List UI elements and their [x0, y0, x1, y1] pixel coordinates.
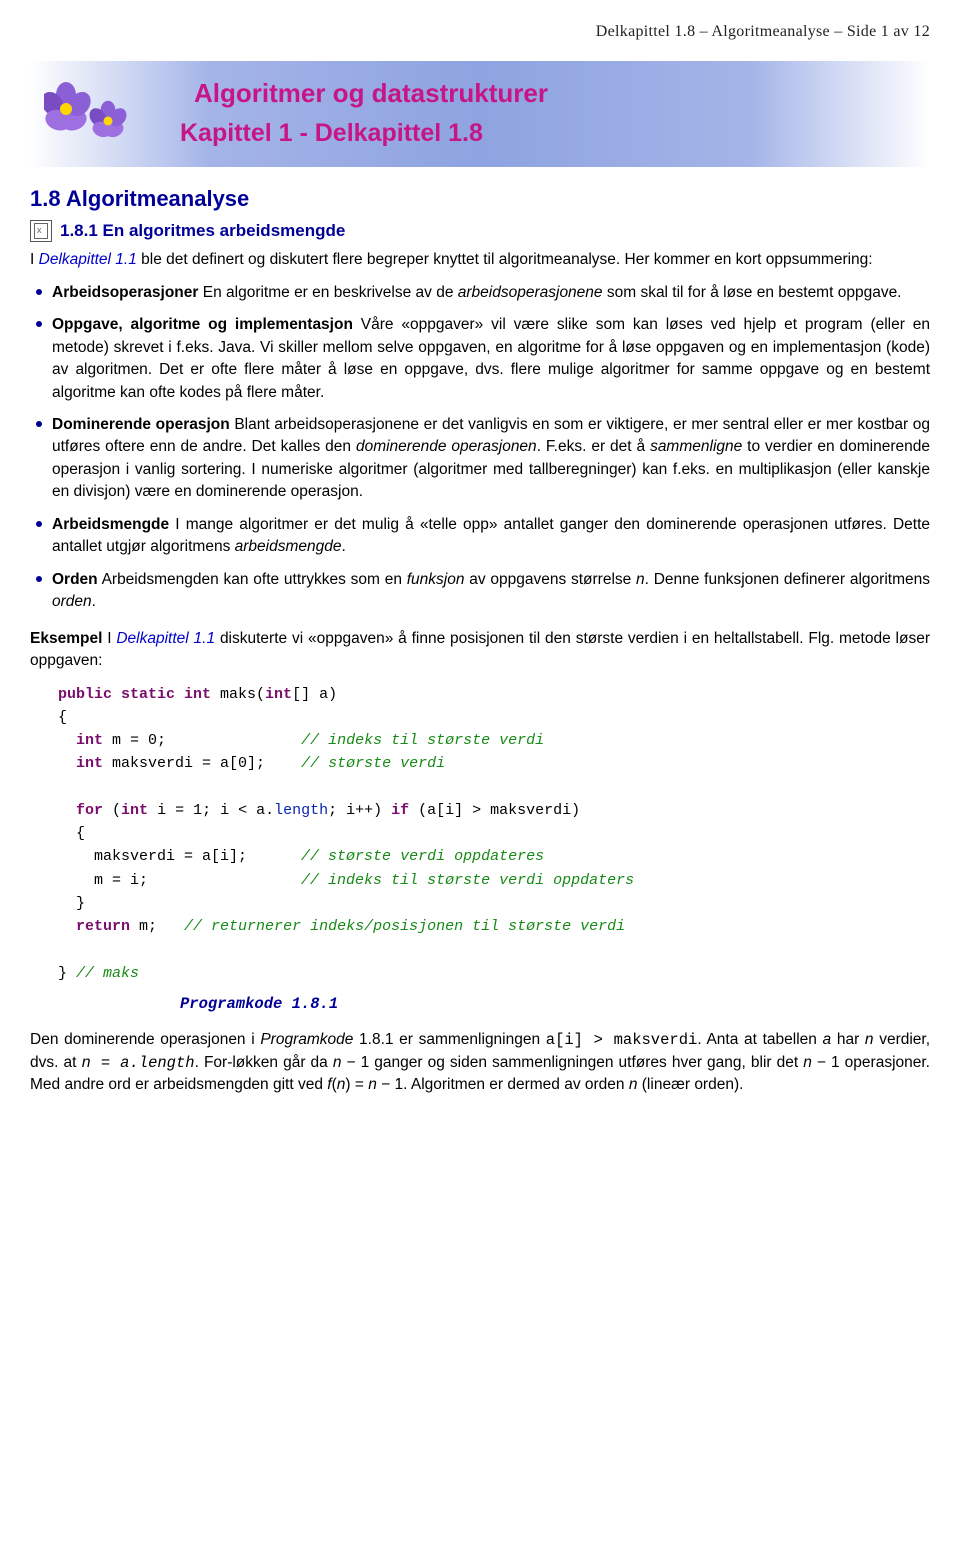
i3: n	[865, 1031, 874, 1048]
i9: n	[368, 1076, 377, 1093]
intro-prefix: I	[30, 251, 39, 268]
t1: Arbeidsmengden kan ofte uttrykkes som en	[98, 571, 407, 588]
banner-subtitle: Kapittel 1 - Delkapittel 1.8	[180, 115, 916, 151]
flower-icon	[44, 73, 136, 152]
intro-paragraph: I Delkapittel 1.1 ble det definert og di…	[30, 249, 930, 271]
t2: .	[342, 538, 346, 555]
code-snippet: a[i] > maksverdi	[546, 1031, 698, 1049]
bullet-dominerende: Dominerende operasjon Blant arbeidsopera…	[30, 414, 930, 504]
intro-rest: ble det definert og diskutert flere begr…	[137, 251, 873, 268]
t11: − 1. Algoritmen er dermed av orden	[377, 1076, 629, 1093]
bullet-arbeidsmengde: Arbeidsmengde I mange algoritmer er det …	[30, 514, 930, 559]
link-delkapittel-1-1-b[interactable]: Delkapittel 1.1	[116, 630, 215, 647]
i2: a	[823, 1031, 832, 1048]
term: Dominerende operasjon	[52, 416, 230, 433]
eksempel-label: Eksempel	[30, 630, 102, 647]
t3: . Anta at tabellen	[697, 1031, 822, 1048]
bullet-arbeidsoperasjoner: Arbeidsoperasjoner En algoritme er en be…	[30, 282, 930, 304]
page-header: Delkapittel 1.8 – Algoritmeanalyse – Sid…	[30, 20, 930, 43]
t3: . Denne funksjonen definerer algoritmens	[645, 571, 930, 588]
bullet-orden: Orden Arbeidsmengden kan ofte uttrykkes …	[30, 569, 930, 614]
term: Arbeidsmengde	[52, 516, 169, 533]
t2: . F.eks. er det å	[537, 438, 650, 455]
bullet-list: Arbeidsoperasjoner En algoritme er en be…	[30, 282, 930, 614]
t4: .	[92, 593, 96, 610]
i1: dominerende operasjonen	[356, 438, 537, 455]
i2: sammenligne	[650, 438, 742, 455]
i1: Programkode	[260, 1031, 353, 1048]
t4: har	[831, 1031, 865, 1048]
i4: n = a.length	[81, 1054, 194, 1072]
t12: (lineær orden).	[637, 1076, 743, 1093]
text-after: som skal til for å løse en bestemt oppga…	[603, 284, 902, 301]
italic: arbeidsoperasjonene	[458, 284, 603, 301]
program-label: Programkode 1.8.1	[180, 993, 930, 1015]
t1: I mange algoritmer er det mulig å «telle…	[52, 516, 930, 555]
term: Oppgave, algoritme og implementasjon	[52, 316, 353, 333]
closing-paragraph: Den dominerende operasjonen i Programkod…	[30, 1029, 930, 1096]
banner-title: Algoritmer og datastrukturer	[194, 75, 916, 113]
code-block: public static int maks(int[] a) { int m …	[58, 683, 930, 985]
link-delkapittel-1-1[interactable]: Delkapittel 1.1	[39, 251, 137, 268]
section-heading: 1.8 Algoritmeanalyse	[30, 183, 930, 215]
title-banner: Algoritmer og datastrukturer Kapittel 1 …	[30, 61, 930, 166]
t1: Den dominerende operasjonen i	[30, 1031, 260, 1048]
page-content: Delkapittel 1.8 – Algoritmeanalyse – Sid…	[0, 0, 960, 1137]
banner-text: Algoritmer og datastrukturer Kapittel 1 …	[150, 75, 916, 151]
text: En algoritme er en beskrivelse av de	[198, 284, 457, 301]
i1: funksjon	[407, 571, 465, 588]
t10: ) =	[345, 1076, 368, 1093]
eksempel-prefix: I	[102, 630, 116, 647]
t6: . For-løkken går da	[195, 1054, 333, 1071]
t2: 1.8.1 er sammenligningen	[353, 1031, 545, 1048]
i1: arbeidsmengde	[235, 538, 342, 555]
t2: av oppgavens størrelse	[464, 571, 636, 588]
term: Orden	[52, 571, 98, 588]
i3: orden	[52, 593, 92, 610]
term: Arbeidsoperasjoner	[52, 284, 198, 301]
eksempel-paragraph: Eksempel I Delkapittel 1.1 diskuterte vi…	[30, 628, 930, 673]
i2: n	[636, 571, 645, 588]
subsection-row: 1.8.1 En algoritmes arbeidsmengde	[30, 219, 930, 244]
t7: − 1 ganger og siden sammenligningen utfø…	[341, 1054, 803, 1071]
bullet-oppgave-algoritme: Oppgave, algoritme og implementasjon Vår…	[30, 314, 930, 404]
i6: n	[803, 1054, 812, 1071]
subsection-heading: 1.8.1 En algoritmes arbeidsmengde	[60, 219, 345, 244]
document-icon[interactable]	[30, 220, 52, 242]
